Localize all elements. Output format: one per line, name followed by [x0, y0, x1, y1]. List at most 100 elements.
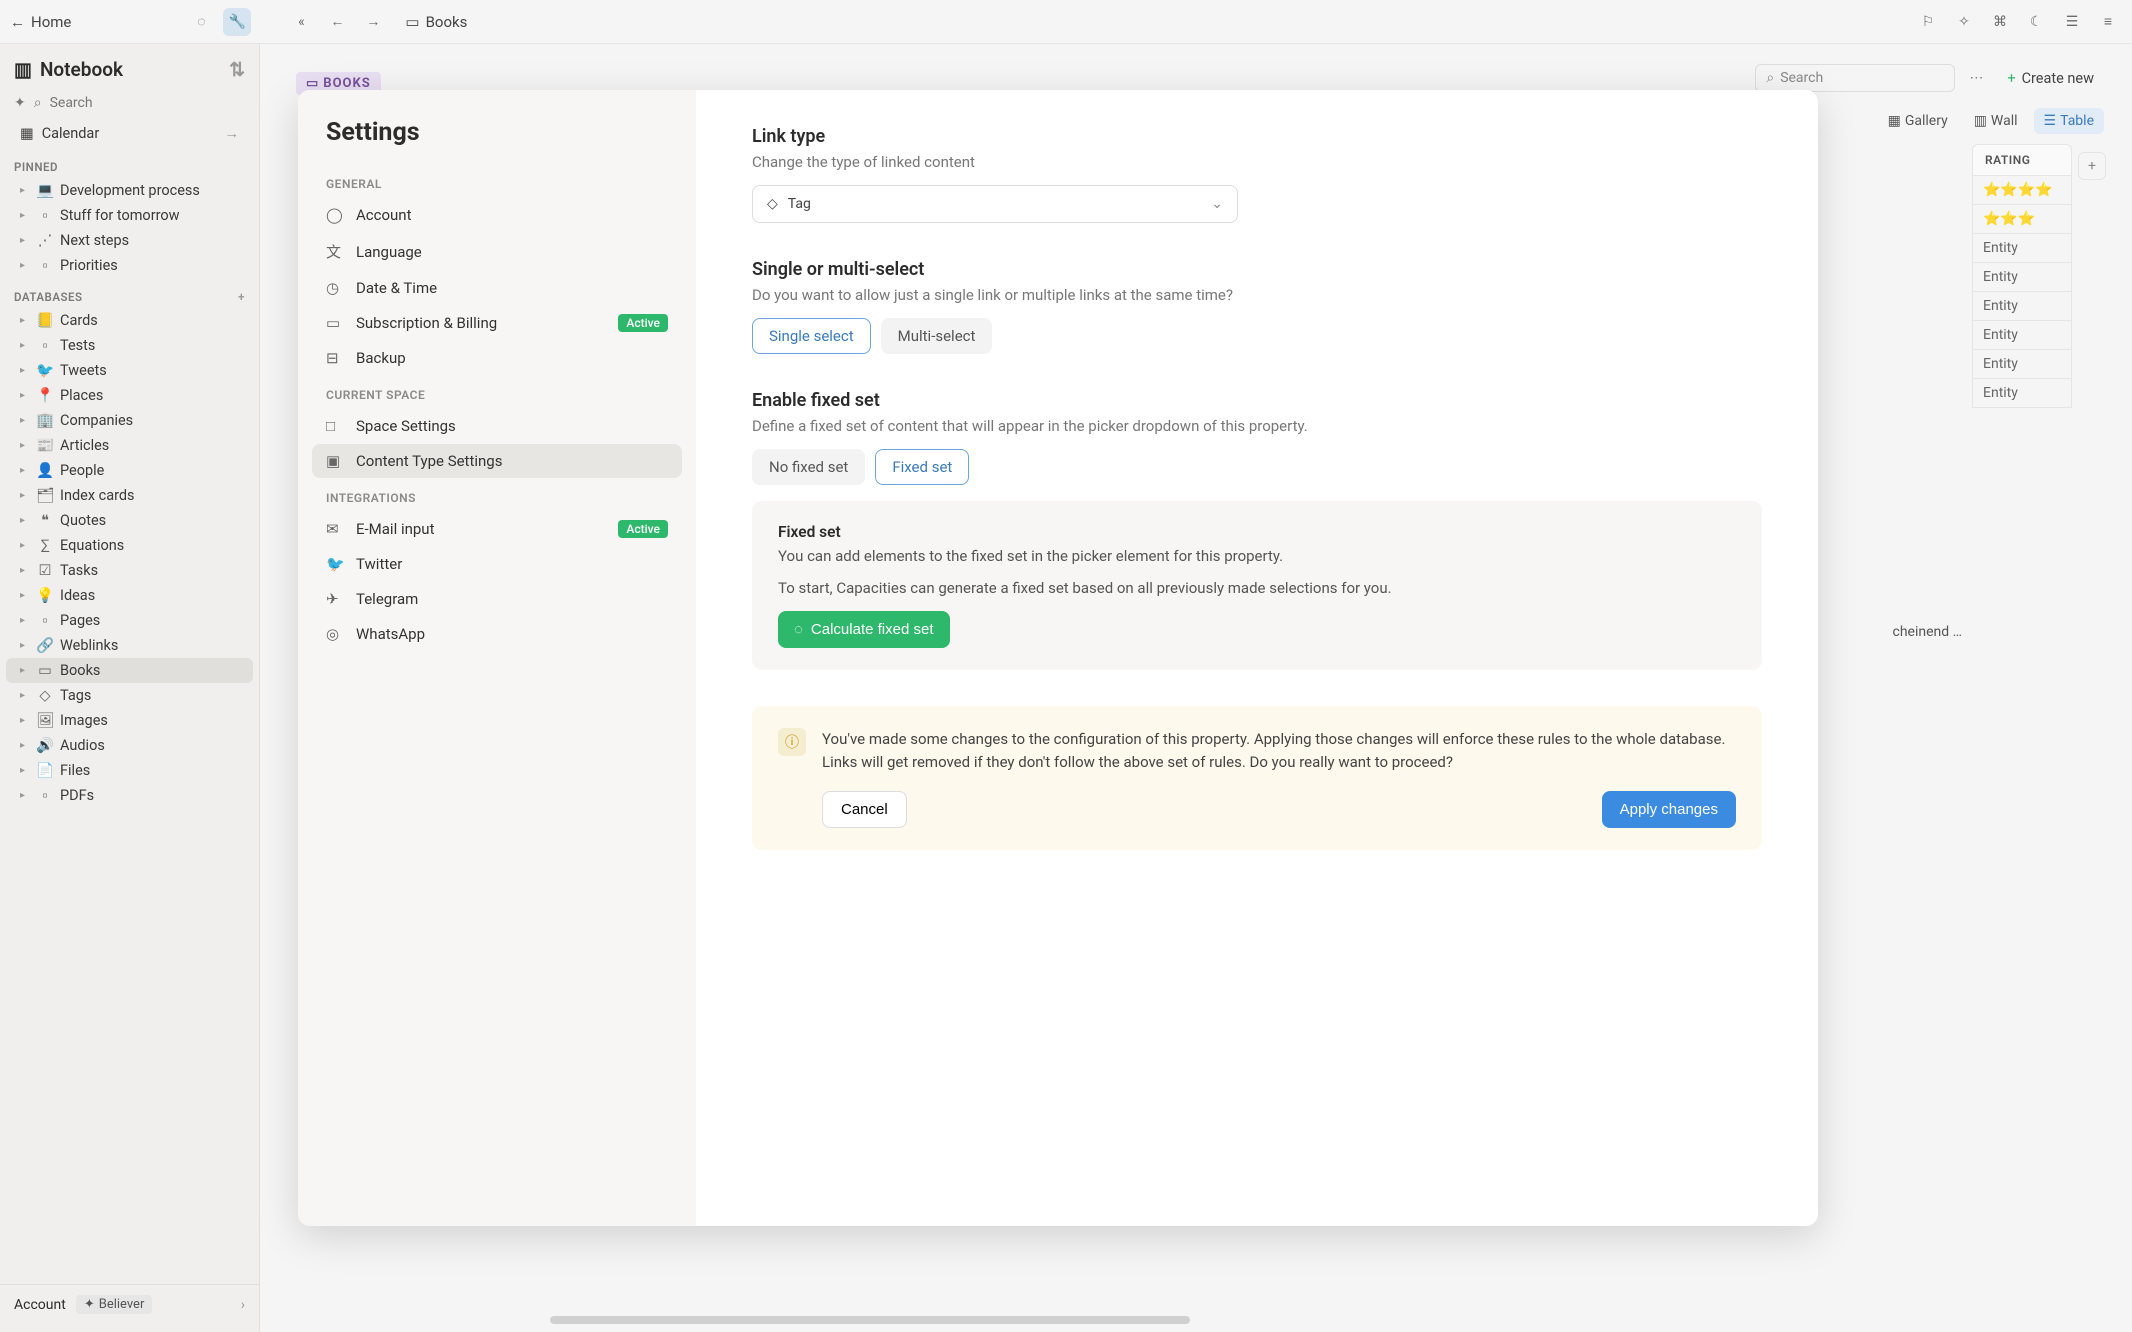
nav-back-icon[interactable]: ← [323, 8, 351, 36]
single-select-button[interactable]: Single select [752, 318, 871, 354]
table-cell[interactable]: Entity [1972, 321, 2072, 350]
calculate-fixed-set-button[interactable]: ◌Calculate fixed set [778, 611, 950, 648]
table-cell[interactable]: ⭐⭐⭐ [1972, 205, 2072, 234]
settings-account[interactable]: ◯Account [312, 198, 682, 232]
active-badge: Active [618, 314, 668, 332]
wrench-icon[interactable]: 🔧 [223, 8, 251, 36]
db-pages[interactable]: ▸▫Pages [6, 608, 253, 633]
home-link[interactable]: ← Home [10, 13, 71, 31]
table-cell[interactable]: Entity [1972, 350, 2072, 379]
breadcrumb[interactable]: ▭ Books [405, 13, 467, 31]
moon-icon[interactable]: ☾ [2022, 8, 2050, 36]
workspace-title[interactable]: Notebook [40, 58, 123, 81]
settings-email[interactable]: ✉E-Mail inputActive [312, 512, 682, 546]
sparkle-icon[interactable]: ✦ [14, 95, 26, 111]
graph-icon[interactable]: ✧ [1950, 8, 1978, 36]
db-places[interactable]: ▸📍Places [6, 383, 253, 408]
table-cell[interactable]: Entity [1972, 292, 2072, 321]
fixed-title: Enable fixed set [752, 390, 1762, 411]
db-equations[interactable]: ▸∑Equations [6, 533, 253, 558]
search-input[interactable]: Search [50, 95, 93, 111]
db-people[interactable]: ▸👤People [6, 458, 253, 483]
content-search[interactable]: ⌕ Search [1755, 64, 1955, 92]
link-type-title: Link type [752, 126, 1762, 147]
section-current-space: CURRENT SPACE [312, 376, 682, 408]
add-database-icon[interactable]: + [238, 290, 245, 304]
table-cell[interactable]: Entity [1972, 263, 2072, 292]
tag-icon: ◇ [767, 196, 778, 212]
lightbulb-icon[interactable]: ◌ [187, 8, 215, 36]
db-index[interactable]: ▸🗂Index cards [6, 483, 253, 508]
info-icon: ⓘ [778, 728, 806, 756]
db-audios[interactable]: ▸🔊Audios [6, 733, 253, 758]
calendar-label: Calendar [42, 125, 100, 142]
chevron-down-icon: ⌄ [1211, 196, 1223, 212]
settings-space[interactable]: □Space Settings [312, 409, 682, 443]
select-title: Single or multi-select [752, 259, 1762, 280]
topbar: ← Home ◌ 🔧 « ← → ▭ Books ⚐ ✧ ⌘ ☾ ☰ ≡ [0, 0, 2132, 44]
db-cards[interactable]: ▸📒Cards [6, 308, 253, 333]
expand-icon[interactable]: ⇅ [229, 58, 245, 81]
settings-sidebar: Settings GENERAL ◯Account 文Language ◷Dat… [298, 90, 696, 1226]
menu-icon[interactable]: ≡ [2094, 8, 2122, 36]
col-rating[interactable]: RATING [1972, 144, 2072, 176]
pin-icon[interactable]: ⚐ [1914, 8, 1942, 36]
no-fixed-set-button[interactable]: No fixed set [752, 449, 865, 485]
pinned-item[interactable]: ▸💻Development process [6, 178, 253, 203]
home-label: Home [31, 13, 71, 31]
nav-forward-icon[interactable]: → [359, 8, 387, 36]
view-wall[interactable]: ▥ Wall [1964, 108, 2028, 134]
calendar-link[interactable]: ▦Calendar → [6, 120, 253, 147]
settings-twitter[interactable]: 🐦Twitter [312, 547, 682, 581]
more-icon[interactable]: ⋯ [1969, 70, 1983, 86]
arrow-right-icon: → [225, 125, 240, 142]
cancel-button[interactable]: Cancel [822, 791, 907, 828]
nav-collapse-icon[interactable]: « [287, 8, 315, 36]
table-cell[interactable]: Entity [1972, 379, 2072, 408]
settings-whatsapp[interactable]: ◎WhatsApp [312, 617, 682, 651]
settings-language[interactable]: 文Language [312, 233, 682, 270]
settings-content-type[interactable]: ▣Content Type Settings [312, 444, 682, 478]
db-tags[interactable]: ▸◇Tags [6, 683, 253, 708]
db-images[interactable]: ▸🖼Images [6, 708, 253, 733]
ruler-icon[interactable]: ☰ [2058, 8, 2086, 36]
sidebar: ▥ Notebook ⇅ ✦ ⌕ Search ▦Calendar → PINN… [0, 44, 260, 1332]
settings-telegram[interactable]: ✈Telegram [312, 582, 682, 616]
back-arrow-icon: ← [10, 13, 25, 31]
fixed-set-button[interactable]: Fixed set [875, 449, 969, 485]
command-icon[interactable]: ⌘ [1986, 8, 2014, 36]
view-table[interactable]: ☰ Table [2034, 108, 2104, 134]
chevron-right-icon[interactable]: › [241, 1297, 245, 1313]
fixed-box-title: Fixed set [778, 523, 1736, 541]
add-column-button[interactable]: + [2078, 152, 2106, 180]
create-new-button[interactable]: + Create new [1997, 65, 2104, 92]
db-tests[interactable]: ▸▫Tests [6, 333, 253, 358]
db-tasks[interactable]: ▸☑Tasks [6, 558, 253, 583]
db-pdfs[interactable]: ▸▫PDFs [6, 783, 253, 808]
settings-datetime[interactable]: ◷Date & Time [312, 271, 682, 305]
settings-billing[interactable]: ▭Subscription & BillingActive [312, 306, 682, 340]
db-books[interactable]: ▸▭Books [6, 658, 253, 683]
db-files[interactable]: ▸📄Files [6, 758, 253, 783]
settings-modal: Settings GENERAL ◯Account 文Language ◷Dat… [298, 90, 1818, 1226]
db-ideas[interactable]: ▸💡Ideas [6, 583, 253, 608]
db-companies[interactable]: ▸🏢Companies [6, 408, 253, 433]
pinned-item[interactable]: ▸▫Priorities [6, 253, 253, 278]
apply-changes-button[interactable]: Apply changes [1602, 791, 1736, 828]
db-tweets[interactable]: ▸🐦Tweets [6, 358, 253, 383]
account-link[interactable]: Account [14, 1297, 66, 1313]
pinned-item[interactable]: ▸⋰Next steps [6, 228, 253, 253]
table-cell[interactable]: Entity [1972, 234, 2072, 263]
horizontal-scrollbar[interactable] [550, 1316, 1410, 1326]
db-weblinks[interactable]: ▸🔗Weblinks [6, 633, 253, 658]
view-gallery[interactable]: ▦ Gallery [1878, 108, 1958, 134]
link-type-desc: Change the type of linked content [752, 153, 1762, 171]
pinned-item[interactable]: ▸▫Stuff for tomorrow [6, 203, 253, 228]
search-icon: ⌕ [34, 95, 42, 111]
settings-backup[interactable]: ⊟Backup [312, 341, 682, 375]
multi-select-button[interactable]: Multi-select [881, 318, 993, 354]
db-articles[interactable]: ▸📰Articles [6, 433, 253, 458]
link-type-dropdown[interactable]: ◇Tag ⌄ [752, 185, 1238, 223]
db-quotes[interactable]: ▸❝Quotes [6, 508, 253, 533]
table-cell[interactable]: ⭐⭐⭐⭐ [1972, 176, 2072, 205]
